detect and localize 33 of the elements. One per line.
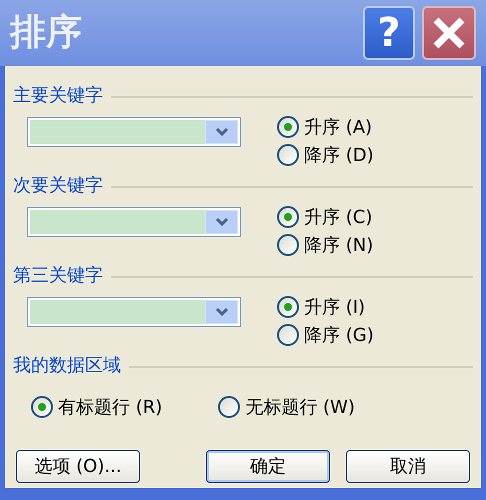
radio-label[interactable]: 有标题行 (R): [58, 394, 162, 420]
chevron-down-icon: [214, 307, 228, 317]
group-heading: 第三关键字: [13, 264, 103, 288]
help-button[interactable]: ?: [363, 6, 415, 60]
dropdown-field[interactable]: [27, 117, 241, 147]
group-heading: 次要关键字: [13, 174, 103, 198]
dialog-button[interactable]: 选项 (O)...: [16, 450, 140, 483]
radio-label[interactable]: 升序 (C): [304, 204, 372, 230]
close-icon: [432, 16, 466, 50]
radio-button[interactable]: [277, 296, 299, 318]
dialog-button[interactable]: 取消: [346, 450, 470, 483]
radio-button[interactable]: [31, 396, 53, 418]
radio-button[interactable]: [277, 144, 299, 166]
radio-label[interactable]: 降序 (G): [304, 322, 374, 348]
radio-label[interactable]: 升序 (I): [304, 294, 366, 320]
group-heading: 主要关键字: [13, 84, 103, 108]
radio-label[interactable]: 升序 (A): [304, 114, 372, 140]
dialog-button[interactable]: 确定: [206, 450, 330, 483]
dropdown-field[interactable]: [27, 297, 241, 327]
chevron-down-icon: [214, 217, 228, 227]
radio-button[interactable]: [218, 396, 240, 418]
group-heading: 我的数据区域: [13, 354, 121, 378]
radio-button[interactable]: [277, 234, 299, 256]
window-title: 排序: [10, 11, 83, 55]
radio-button[interactable]: [277, 116, 299, 138]
radio-button[interactable]: [277, 324, 299, 346]
radio-button[interactable]: [277, 206, 299, 228]
radio-label[interactable]: 降序 (N): [304, 232, 374, 258]
close-button[interactable]: [422, 6, 476, 60]
chevron-down-icon: [214, 127, 228, 137]
radio-label[interactable]: 降序 (D): [304, 142, 374, 168]
radio-label[interactable]: 无标题行 (W): [245, 394, 355, 420]
dropdown-field[interactable]: [27, 207, 241, 237]
